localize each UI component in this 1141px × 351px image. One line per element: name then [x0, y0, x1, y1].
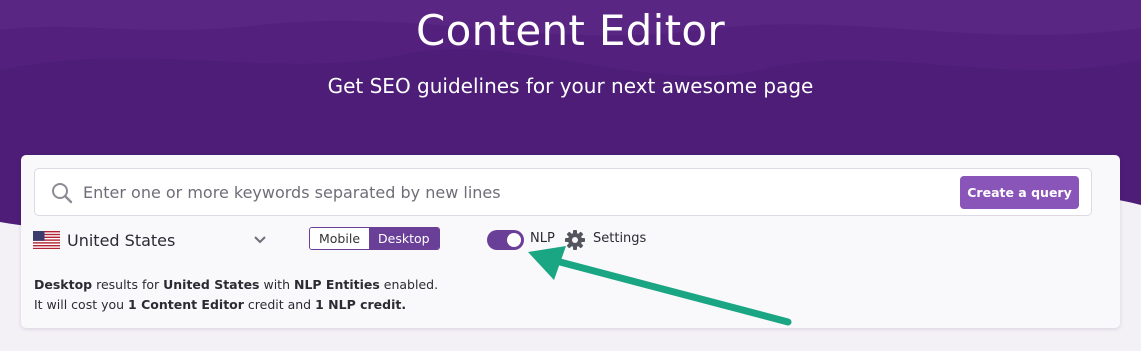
- page-subtitle: Get SEO guidelines for your next awesome…: [327, 74, 814, 98]
- info-text-part: It will cost you: [34, 297, 129, 312]
- info-text-part: credit and: [243, 297, 316, 312]
- info-credit-nlp: 1 NLP credit.: [315, 297, 407, 312]
- device-desktop-option[interactable]: Desktop: [369, 228, 439, 249]
- search-icon: [52, 183, 73, 204]
- country-label: United States: [67, 230, 176, 250]
- info-text: Desktop results for United States with N…: [34, 275, 438, 315]
- query-card: Create a query United States Mobile Desk…: [21, 155, 1120, 328]
- info-device: Desktop: [34, 277, 93, 292]
- info-text-part: with: [259, 277, 294, 292]
- us-flag-icon: [33, 231, 60, 249]
- create-query-button[interactable]: Create a query: [960, 176, 1079, 209]
- nlp-label: NLP: [530, 231, 555, 246]
- chevron-down-icon[interactable]: [253, 235, 267, 245]
- info-line-1: Desktop results for United States with N…: [34, 275, 438, 295]
- keywords-input[interactable]: [83, 177, 963, 207]
- gear-icon[interactable]: [564, 229, 586, 251]
- nlp-toggle[interactable]: [487, 230, 524, 250]
- device-mobile-option[interactable]: Mobile: [310, 228, 370, 249]
- info-country: United States: [163, 277, 260, 292]
- info-line-2: It will cost you 1 Content Editor credit…: [34, 295, 438, 315]
- info-text-part: enabled.: [379, 277, 439, 292]
- page-title: Content Editor: [416, 6, 725, 55]
- search-box: Create a query: [34, 168, 1092, 216]
- info-credit-content-editor: 1 Content Editor: [128, 297, 244, 312]
- device-toggle: Mobile Desktop: [309, 227, 440, 250]
- info-text-part: results for: [92, 277, 164, 292]
- settings-label[interactable]: Settings: [593, 231, 646, 246]
- info-feature: NLP Entities: [293, 277, 380, 292]
- toggle-knob: [507, 233, 521, 247]
- country-select[interactable]: United States: [33, 227, 269, 253]
